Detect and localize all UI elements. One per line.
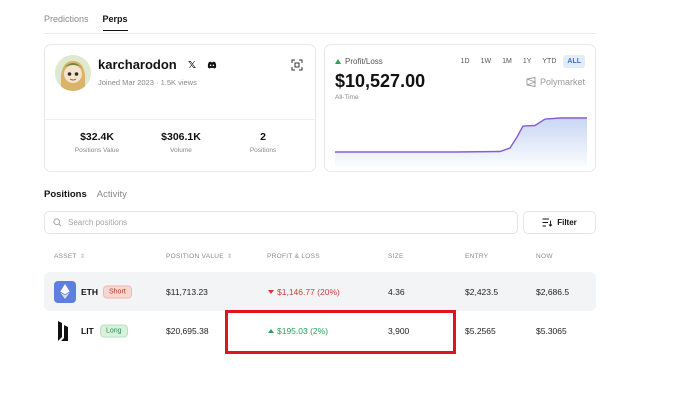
asset-ticker: ETH: [81, 286, 98, 297]
range-tabs: 1D 1W 1M 1Y YTD ALL: [457, 55, 585, 68]
entry-cell: $2,423.5: [465, 286, 499, 297]
position-value: $11,713.23: [166, 286, 208, 297]
stat-label: Positions Value: [74, 147, 120, 154]
view-count: 1.5K views: [160, 78, 197, 87]
pnl-value: $10,527.00: [335, 71, 426, 91]
column-header-pnl[interactable]: PROFIT & LOSS: [267, 253, 320, 260]
sort-icon: ⇕: [79, 254, 86, 260]
x-icon[interactable]: 𝕏: [185, 58, 199, 72]
position-value: $20,695.38: [166, 325, 209, 336]
brand-name: Polymarket: [539, 77, 585, 87]
stat-label: Positions: [249, 147, 277, 154]
column-header-label: SIZE: [388, 253, 404, 260]
pnl-card: Profit/Loss $10,527.00 All-Time 1D 1W 1M…: [324, 44, 596, 172]
range-tab-all[interactable]: ALL: [563, 55, 585, 68]
column-header-label: POSITION VALUE: [166, 253, 224, 260]
pnl-cell: $1,146.77 (20%): [268, 287, 340, 297]
column-header-label: PROFIT & LOSS: [267, 253, 320, 260]
discord-icon[interactable]: [205, 58, 219, 72]
polymarket-logo-icon: [526, 77, 536, 87]
size-cell: 4.36: [388, 286, 405, 297]
filter-button[interactable]: Filter: [523, 211, 596, 234]
tabs-divider: [44, 33, 596, 34]
stat-value: $306.1K: [161, 131, 201, 143]
tab-predictions[interactable]: Predictions: [44, 14, 89, 31]
range-tab-ytd[interactable]: YTD: [538, 55, 560, 68]
section-tabs: Positions Activity: [44, 189, 127, 200]
range-tab-1d[interactable]: 1D: [457, 55, 474, 68]
pnl-text: $1,146.77 (20%): [277, 286, 340, 297]
polymarket-brand: Polymarket: [526, 77, 585, 87]
top-tabs: Predictions Perps: [44, 14, 128, 31]
tab-perps[interactable]: Perps: [102, 14, 128, 31]
table-row[interactable]: ETH Short $11,713.23 $1,146.77 (20%) 4.3…: [44, 272, 596, 311]
filter-icon: [542, 218, 553, 227]
search-box: [44, 211, 518, 234]
stat-value: 2: [260, 131, 266, 143]
range-tab-1m[interactable]: 1M: [498, 55, 516, 68]
highlight-box: [225, 310, 456, 354]
pnl-chart: [335, 117, 587, 167]
column-header-size[interactable]: SIZE: [388, 253, 404, 260]
tab-positions[interactable]: Positions: [44, 189, 87, 200]
now-cell: $5.3065: [536, 325, 567, 336]
username: karcharodon: [98, 57, 177, 72]
avatar[interactable]: [55, 55, 91, 91]
column-header-position-value[interactable]: POSITION VALUE ⇕: [166, 253, 232, 260]
pnl-period: All-Time: [335, 94, 359, 101]
column-header-asset[interactable]: ASSET ⇕: [54, 253, 85, 260]
column-header-label: ENTRY: [465, 253, 489, 260]
stat-volume: $306.1K Volume: [141, 131, 221, 154]
ethereum-icon: [54, 280, 76, 303]
stat-positions: 2 Positions: [223, 131, 303, 154]
side-badge: Long: [100, 324, 128, 337]
triangle-down-icon: [268, 289, 274, 294]
range-tab-1y[interactable]: 1Y: [519, 55, 536, 68]
stat-positions-value: $32.4K Positions Value: [57, 131, 137, 154]
search-input[interactable]: [68, 218, 468, 227]
triangle-up-icon: [335, 59, 341, 64]
search-icon: [53, 218, 62, 227]
profile-card: karcharodon 𝕏 Joined Mar 2023 · 1.5K vie…: [44, 44, 316, 172]
card-divider: [45, 119, 315, 120]
pnl-label: Profit/Loss: [335, 57, 383, 66]
joined-info: Joined Mar 2023 · 1.5K views: [98, 78, 197, 87]
lit-logo-icon: [54, 320, 76, 342]
column-header-now[interactable]: NOW: [536, 253, 553, 260]
stat-label: Volume: [170, 147, 192, 154]
column-header-entry[interactable]: ENTRY: [465, 253, 488, 260]
column-header-label: ASSET: [54, 253, 77, 260]
column-header-label: NOW: [536, 253, 553, 260]
asset-ticker: LIT: [81, 325, 94, 336]
pnl-chart-area: [335, 118, 587, 167]
now-cell: $2,686.5: [536, 286, 570, 297]
joined-date: Joined Mar 2023: [98, 78, 154, 87]
filter-label: Filter: [557, 218, 577, 227]
stat-value: $32.4K: [80, 131, 114, 143]
pnl-label-text: Profit/Loss: [345, 57, 383, 66]
scan-icon[interactable]: [291, 58, 303, 71]
tab-activity[interactable]: Activity: [97, 189, 127, 200]
entry-cell: $5.2565: [465, 325, 496, 336]
range-tab-1w[interactable]: 1W: [477, 55, 496, 68]
sort-icon: ⇕: [226, 254, 233, 260]
side-badge: Short: [103, 285, 132, 298]
